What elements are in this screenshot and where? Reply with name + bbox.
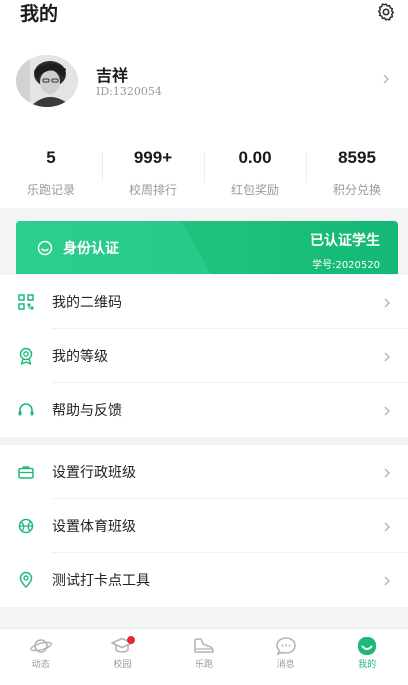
- menu-label: 设置行政班级: [52, 465, 136, 481]
- sneaker-icon: [194, 638, 214, 653]
- header-bar: 我的: [0, 0, 408, 28]
- identity-verify-banner[interactable]: 身份认证 已认证学生 学号:2020520: [16, 221, 398, 274]
- chevron-right-icon: [384, 352, 391, 362]
- stat-value: 0.00: [238, 148, 272, 167]
- stat-value: 999+: [133, 148, 173, 167]
- qr-code-icon: [18, 294, 34, 310]
- tab-label: 我的: [358, 660, 377, 670]
- menu-item-qr-code[interactable]: 我的二维码: [0, 275, 408, 329]
- verify-status: 已认证学生: [310, 233, 380, 249]
- menu-label: 我的等级: [52, 349, 108, 365]
- verify-title: 身份认证: [63, 241, 119, 257]
- smiley-icon: [37, 240, 53, 256]
- stat-run-records[interactable]: 5 乐跑记录: [0, 146, 102, 204]
- page-title: 我的: [20, 3, 59, 25]
- planet-icon: [30, 639, 52, 653]
- tab-label: 动态: [31, 660, 50, 670]
- tab-label: 消息: [276, 660, 295, 670]
- tab-messages[interactable]: 消息: [245, 629, 327, 685]
- tab-moments[interactable]: 动态: [0, 629, 82, 685]
- stat-value: 5: [46, 148, 56, 167]
- stat-points-exchange[interactable]: 8595 积分兑换: [306, 146, 408, 204]
- tab-label: 乐跑: [194, 660, 213, 670]
- menu-item-my-level[interactable]: 我的等级: [0, 329, 408, 383]
- chevron-right-icon: [384, 522, 391, 532]
- avatar[interactable]: [16, 55, 78, 107]
- chevron-right-icon: [384, 298, 391, 308]
- menu-item-admin-class[interactable]: 设置行政班级: [0, 445, 408, 499]
- user-id: ID:1320054: [96, 85, 162, 98]
- chat-bubble-icon: [275, 637, 296, 656]
- menu-item-sports-class[interactable]: 设置体育班级: [0, 499, 408, 553]
- tab-run[interactable]: 乐跑: [163, 629, 245, 685]
- stat-value: 8595: [338, 148, 376, 167]
- menu-label: 帮助与反馈: [52, 403, 122, 419]
- tab-mine[interactable]: 我的: [326, 629, 408, 685]
- stat-school-ranking[interactable]: 999+ 校周排行: [102, 146, 204, 204]
- ball-icon: [18, 518, 34, 534]
- chevron-right-icon: [383, 74, 390, 84]
- briefcase-icon: [18, 466, 34, 479]
- chevron-right-icon: [384, 406, 391, 416]
- chevron-right-icon: [384, 576, 391, 586]
- menu-label: 设置体育班级: [52, 519, 136, 535]
- student-number: 学号:2020520: [312, 260, 380, 271]
- location-pin-icon: [19, 571, 33, 589]
- stat-label: 红包奖励: [230, 183, 279, 197]
- profile-card[interactable]: 吉祥 ID:1320054: [0, 50, 408, 120]
- stat-label: 校周排行: [128, 183, 177, 197]
- stats-row: 5 乐跑记录 999+ 校周排行 0.00 红包奖励 8595 积分兑换: [0, 146, 408, 204]
- menu-label: 测试打卡点工具: [52, 573, 150, 589]
- smiley-face-icon: [358, 637, 377, 655]
- stat-label: 积分兑换: [332, 183, 381, 197]
- gear-icon[interactable]: [376, 2, 396, 22]
- stat-red-packet[interactable]: 0.00 红包奖励: [204, 146, 306, 204]
- menu-item-checkin-tool[interactable]: 测试打卡点工具: [0, 553, 408, 607]
- headset-icon: [18, 403, 34, 416]
- menu-label: 我的二维码: [52, 295, 122, 311]
- bottom-tab-bar: 动态 校园 乐跑 消息 我的: [0, 628, 408, 685]
- medal-icon: [19, 347, 33, 365]
- user-name: 吉祥: [96, 66, 129, 85]
- section-separator: [0, 437, 408, 445]
- section-separator: [0, 607, 408, 628]
- stat-label: 乐跑记录: [26, 183, 75, 197]
- tab-label: 校园: [113, 660, 132, 670]
- tab-campus[interactable]: 校园: [82, 629, 164, 685]
- chevron-right-icon: [384, 468, 391, 478]
- menu-item-help-feedback[interactable]: 帮助与反馈: [0, 383, 408, 437]
